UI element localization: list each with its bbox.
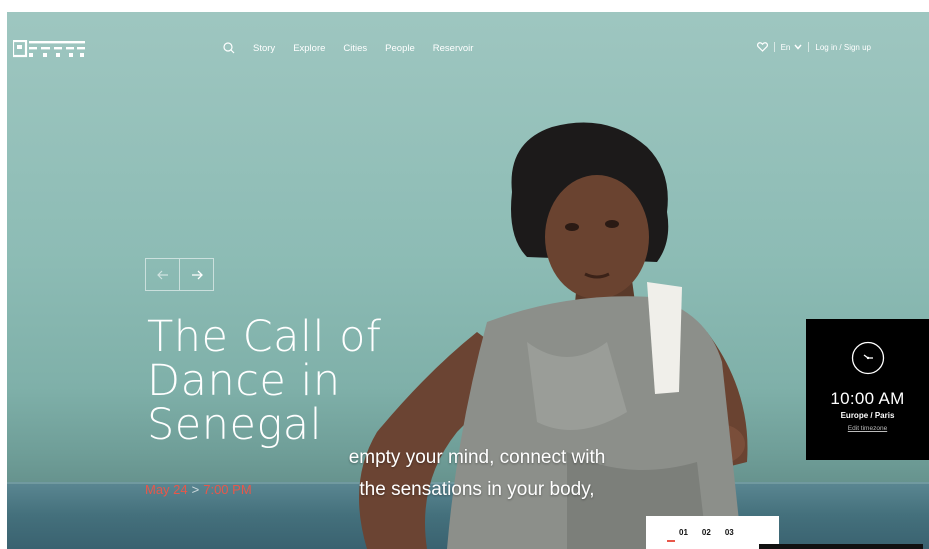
clock-time: 10:00 AM <box>830 389 905 408</box>
main-nav: Story Explore Cities People Reservoir <box>223 42 473 54</box>
event-date-time: May 24 >7:00 PM <box>145 482 252 497</box>
next-button[interactable] <box>180 258 214 291</box>
hero-title-line: Dance in <box>147 356 341 406</box>
pager-item-01[interactable]: 01 <box>667 528 688 542</box>
divider <box>808 42 810 52</box>
previous-button[interactable] <box>145 258 180 291</box>
language-selector[interactable]: En <box>781 43 803 52</box>
chevron-right-icon: > <box>191 482 200 497</box>
event-time: 7:00 PM <box>203 482 252 497</box>
hero-video[interactable]: Story Explore Cities People Reservoir En… <box>7 12 929 549</box>
nav-item-explore[interactable]: Explore <box>293 43 325 54</box>
arrow-left-icon <box>156 270 168 279</box>
pager-item-03[interactable]: 03 <box>725 528 734 537</box>
hero-title: The Call of Dance in Senegal <box>147 315 382 447</box>
heart-icon[interactable] <box>756 42 768 52</box>
nav-item-reservoir[interactable]: Reservoir <box>433 43 474 54</box>
nav-item-story[interactable]: Story <box>253 43 275 54</box>
pager-item-02[interactable]: 02 <box>702 528 711 537</box>
clock-timezone: Europe / Paris <box>840 411 895 420</box>
edit-timezone-link[interactable]: Edit timezone <box>806 425 929 432</box>
arrow-right-icon <box>191 270 203 279</box>
event-date: May 24 <box>145 482 188 497</box>
subtitle-line: empty your mind, connect with <box>348 447 606 468</box>
clock-icon <box>851 341 885 375</box>
carousel-arrows <box>145 258 214 291</box>
language-label: En <box>780 42 791 52</box>
subtitle-line: the sensations in your body, <box>359 479 595 500</box>
bottom-bar <box>759 544 923 549</box>
nav-item-people[interactable]: People <box>385 43 415 54</box>
login-signup-link[interactable]: Log in / Sign up <box>815 43 871 52</box>
user-nav: En Log in / Sign up <box>756 42 871 52</box>
timezone-clock-widget: 10:00 AM Europe / Paris Edit timezone <box>806 319 929 460</box>
logo-icon[interactable] <box>13 40 85 58</box>
search-icon[interactable] <box>223 42 235 54</box>
chevron-down-icon <box>794 44 802 50</box>
divider <box>773 42 775 52</box>
video-subtitles: empty your mind, connect with the sensat… <box>307 442 647 506</box>
nav-item-cities[interactable]: Cities <box>343 43 367 54</box>
hero-title-line: Senegal <box>147 400 323 450</box>
hero-title-line: The Call of <box>147 312 382 362</box>
